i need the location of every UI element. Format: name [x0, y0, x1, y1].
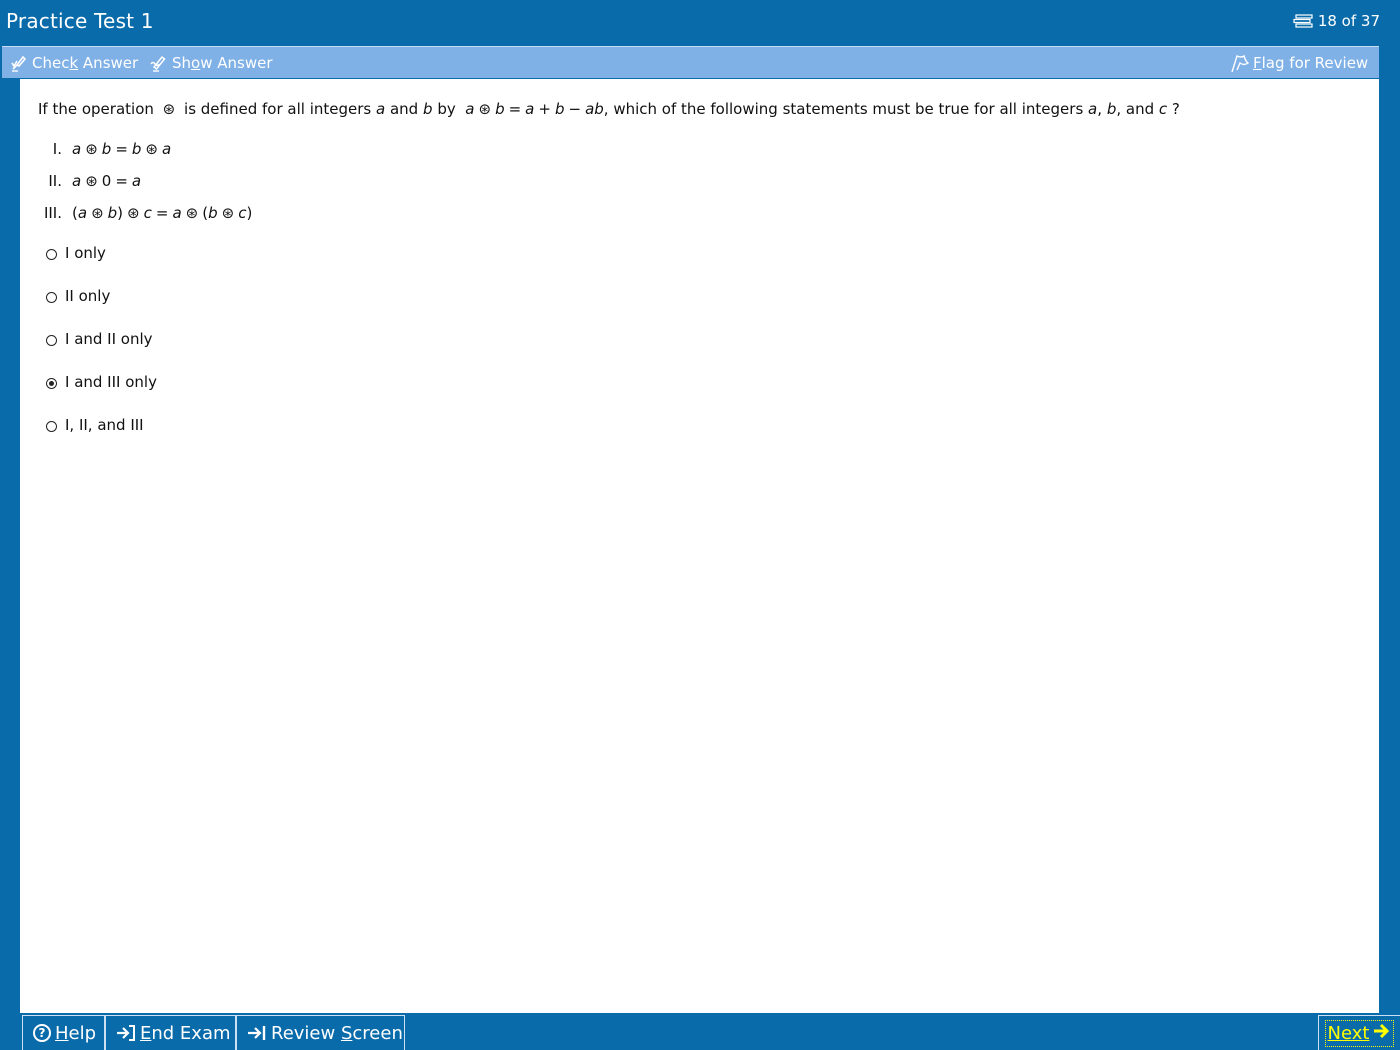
list-icon	[1293, 14, 1313, 28]
stem-text: , which of the following statements must…	[603, 100, 1084, 118]
next-label: Next	[1327, 1022, 1370, 1044]
stem-text: ?	[1171, 100, 1180, 118]
stem-text: ,	[1097, 100, 1103, 118]
statement-number: III.	[43, 204, 62, 222]
math-token: ⊛	[185, 204, 199, 222]
check-answer-button[interactable]: Check Answer	[10, 52, 138, 74]
stem-variable: b	[423, 100, 433, 118]
math-token: ⊛	[91, 204, 104, 222]
math-token: a	[162, 140, 172, 158]
help-icon: ?	[33, 1024, 51, 1042]
next-arrow-icon	[1373, 1022, 1391, 1045]
math-token: a	[72, 172, 82, 190]
statement-number: I.	[52, 140, 62, 158]
flag-for-review-button[interactable]: Flag for Review	[1229, 52, 1368, 74]
choice-5[interactable]: I, II, and III	[46, 414, 144, 436]
stem-text: If the operation	[38, 100, 154, 118]
bottom-bar: ? Help End Exam Review Screen Next	[0, 1013, 1400, 1050]
math-token: c	[238, 204, 247, 222]
choice-label: I and II only	[65, 330, 153, 348]
math-token: a	[72, 140, 82, 158]
question-stem: If the operation ⊛ is defined for all in…	[38, 99, 1358, 119]
radio-button[interactable]	[46, 291, 57, 303]
math-token: ⊛	[221, 204, 235, 222]
statement-2: II. a ⊛ 0 = a	[20, 171, 141, 191]
show-answer-button[interactable]: Show Answer	[150, 52, 273, 74]
math-token: b	[131, 140, 142, 158]
help-button[interactable]: ? Help	[22, 1015, 105, 1050]
statement-number: II.	[48, 172, 62, 190]
math-token: b	[107, 204, 118, 222]
flag-for-review-label: Flag for Review	[1253, 54, 1369, 72]
choice-3[interactable]: I and II only	[46, 328, 153, 350]
math-token: )	[246, 204, 253, 222]
radio-button[interactable]	[46, 248, 57, 260]
stem-text: and	[389, 100, 419, 118]
title-bar: Practice Test 1 18 of 37	[0, 0, 1400, 46]
review-screen-button[interactable]: Review Screen	[236, 1015, 405, 1050]
math-token: a	[131, 172, 142, 190]
choice-label: I and III only	[65, 373, 157, 391]
math-token: ⊛	[85, 140, 98, 158]
choice-1[interactable]: I only	[46, 242, 106, 264]
counter-text: 18 of 37	[1317, 12, 1380, 30]
math-token: =	[115, 140, 128, 158]
question-counter: 18 of 37	[1293, 12, 1380, 30]
stem-variable: a	[376, 100, 386, 118]
next-button[interactable]: Next	[1318, 1015, 1400, 1050]
window-title: Practice Test 1	[6, 9, 154, 33]
math-token: =	[115, 172, 128, 190]
choice-label: I, II, and III	[65, 416, 144, 434]
choice-label: II only	[65, 287, 111, 305]
radio-button[interactable]	[46, 334, 57, 346]
operator-symbol: ⊛	[162, 100, 176, 118]
math-token: 0	[101, 172, 112, 190]
radio-button[interactable]	[46, 377, 57, 389]
next-button-inner: Next	[1324, 1019, 1395, 1047]
toolbar: Check Answer Show Answer Flag for Review	[2, 46, 1379, 78]
statement-1: I. a ⊛ b = b ⊛ a	[20, 139, 171, 159]
show-answer-label: Show Answer	[172, 54, 273, 72]
statement-3: III. (a ⊛ b) ⊛ c = a ⊛(b ⊛ c)	[20, 203, 252, 223]
review-icon	[247, 1024, 267, 1042]
choice-2[interactable]: II only	[46, 285, 110, 307]
stem-variable: a	[1088, 100, 1098, 118]
operation-definition: a ⊛ b = a + b − ab	[465, 100, 604, 118]
math-token: =	[155, 204, 169, 222]
math-token: b	[101, 140, 112, 158]
check-pen-icon	[10, 53, 28, 73]
help-label: Help	[55, 1022, 97, 1044]
show-pen-icon	[150, 53, 168, 73]
flag-icon	[1229, 53, 1249, 73]
end-exam-button[interactable]: End Exam	[105, 1015, 236, 1050]
math-token: c	[143, 204, 152, 222]
math-token: ⊛	[145, 140, 158, 158]
choice-4[interactable]: I and III only	[46, 371, 157, 393]
radio-button[interactable]	[46, 420, 57, 432]
choice-label: I only	[65, 244, 106, 262]
stem-text: by	[437, 100, 456, 118]
math-token: a	[172, 204, 182, 222]
math-token: b	[208, 204, 218, 222]
stem-variable: c	[1158, 100, 1168, 118]
end-exam-icon	[116, 1024, 136, 1042]
math-token: ⊛	[127, 204, 140, 222]
math-token: ⊛	[85, 172, 98, 190]
check-answer-label: Check Answer	[32, 54, 139, 72]
stem-variable: b	[1106, 100, 1117, 118]
question-pane: If the operation ⊛ is defined for all in…	[20, 79, 1379, 1013]
review-screen-label: Review Screen	[271, 1022, 403, 1044]
math-token: a	[77, 204, 88, 222]
end-exam-label: End Exam	[140, 1022, 231, 1044]
stem-text: is defined for all integers	[184, 100, 372, 118]
stem-text: , and	[1116, 100, 1155, 118]
